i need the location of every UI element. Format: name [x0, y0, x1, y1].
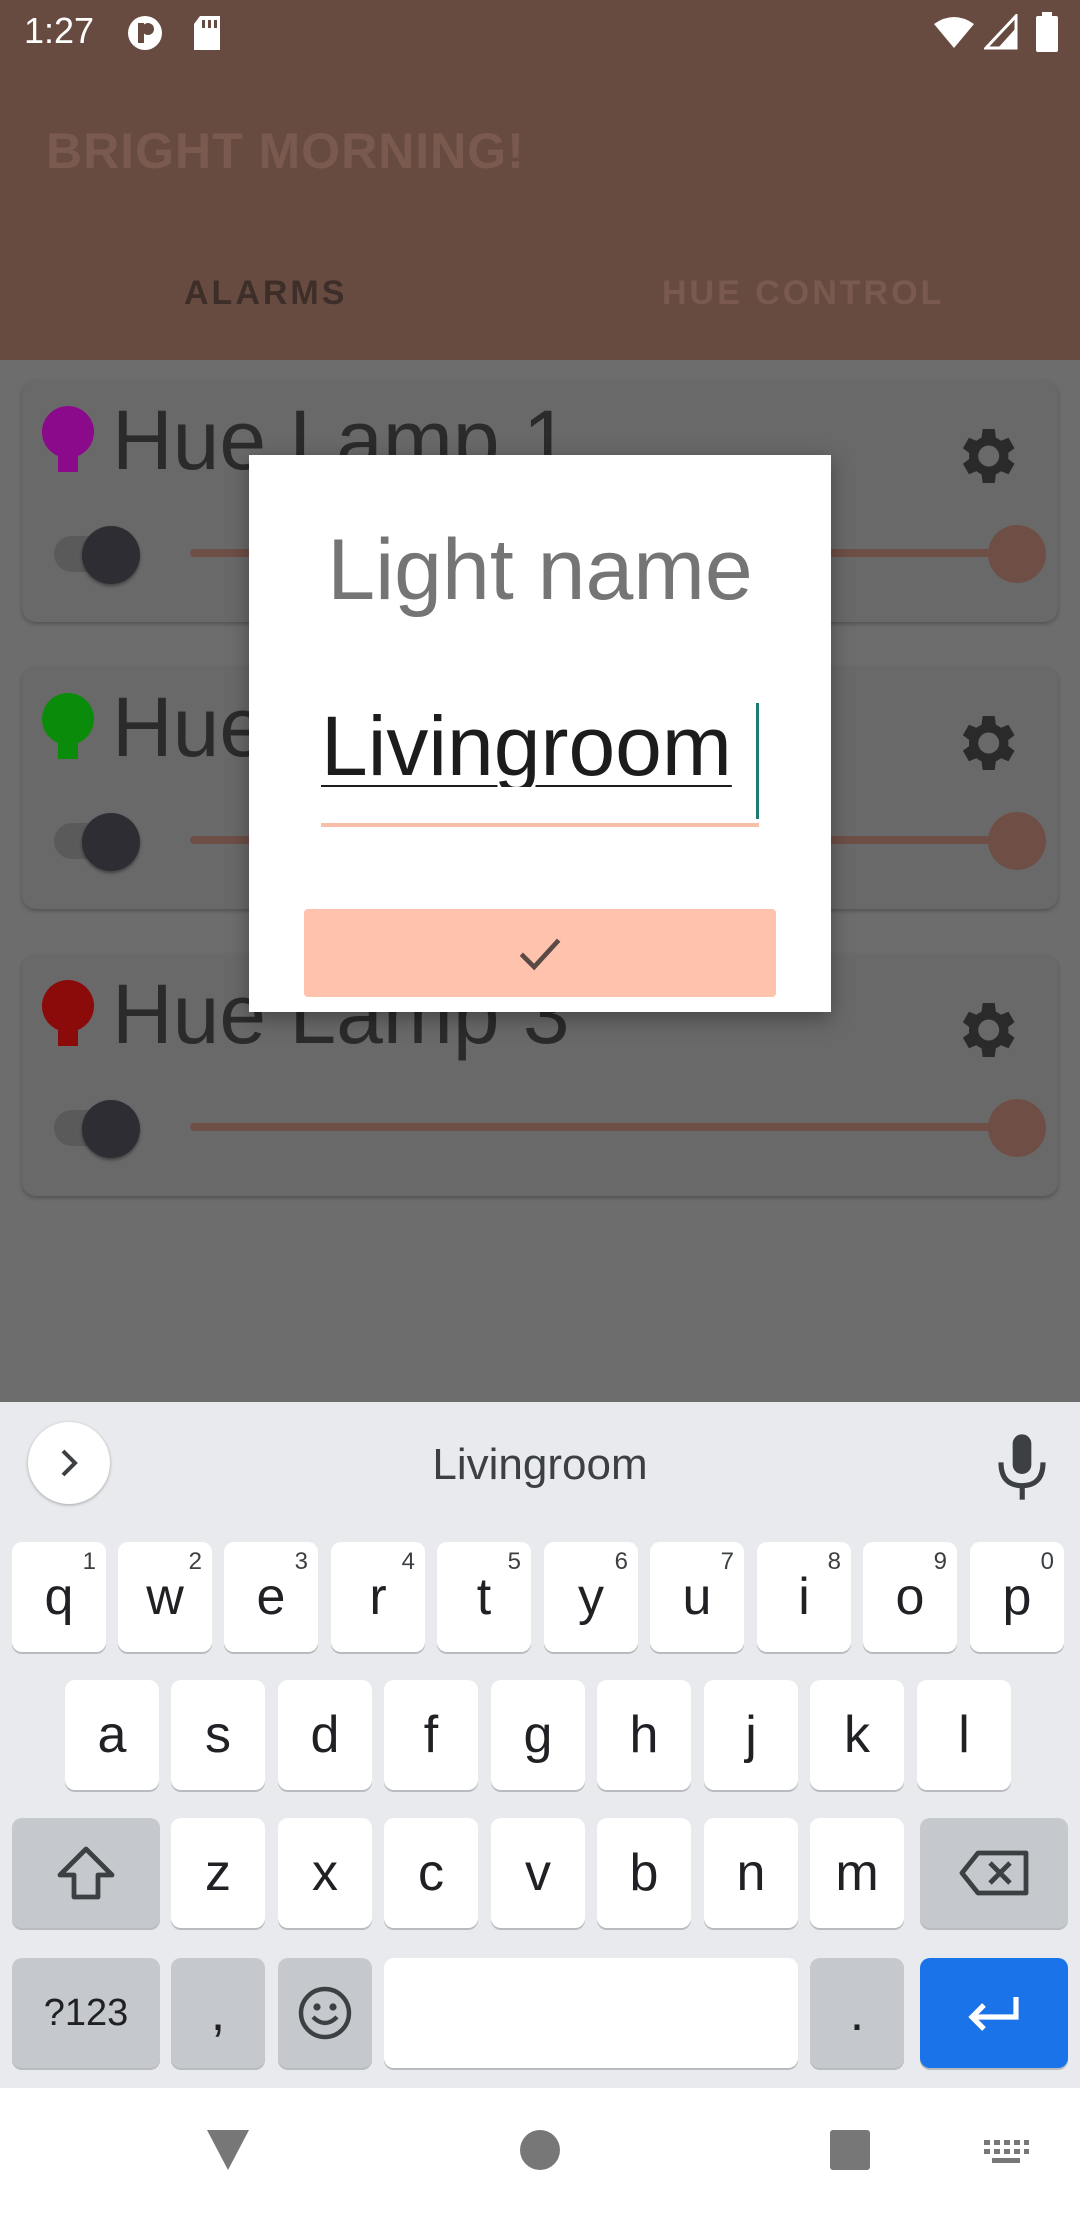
check-icon [519, 938, 561, 971]
brightness-slider-thumb[interactable] [988, 525, 1046, 583]
light-name-input[interactable] [321, 705, 759, 787]
key-y[interactable]: y6 [544, 1542, 638, 1652]
tab-alarms[interactable]: ALARMS [184, 274, 347, 313]
app-title: BRIGHT MORNING! [46, 123, 525, 179]
backspace-key[interactable] [920, 1818, 1068, 1928]
rename-dialog: Light name [249, 455, 831, 1012]
enter-key[interactable] [920, 1958, 1068, 2068]
brightness-slider[interactable] [190, 1123, 1030, 1131]
key-b[interactable]: b [597, 1818, 691, 1928]
bulb-icon [42, 693, 94, 759]
keyboard: Livingroom q1 w2 e3 r4 t5 y6 u7 i8 o9 p0… [0, 1402, 1080, 2088]
key-c[interactable]: c [384, 1818, 478, 1928]
key-g[interactable]: g [491, 1680, 585, 1790]
lamp-toggle[interactable] [82, 526, 140, 584]
key-w[interactable]: w2 [118, 1542, 212, 1652]
key-n[interactable]: n [704, 1818, 798, 1928]
emoji-key[interactable] [278, 1958, 372, 2068]
shift-key[interactable] [12, 1818, 160, 1928]
gear-icon[interactable] [950, 420, 1022, 492]
brightness-slider-thumb[interactable] [988, 1099, 1046, 1157]
battery-icon [1036, 12, 1058, 52]
bulb-icon [42, 980, 94, 1046]
emoji-icon [298, 1986, 352, 2040]
input-underline [321, 823, 759, 827]
lamp-toggle[interactable] [82, 1100, 140, 1158]
period-key[interactable]: . [810, 1958, 904, 2068]
microphone-icon[interactable] [994, 1432, 1050, 1502]
text-cursor [756, 703, 759, 819]
key-u[interactable]: u7 [650, 1542, 744, 1652]
status-time: 1:27 [24, 10, 95, 51]
comma-key[interactable]: , [171, 1958, 265, 2068]
key-h[interactable]: h [597, 1680, 691, 1790]
lamp-toggle[interactable] [82, 813, 140, 871]
symbols-key[interactable]: ?123 [12, 1958, 160, 2068]
key-m[interactable]: m [810, 1818, 904, 1928]
backspace-icon [959, 1850, 1029, 1896]
key-f[interactable]: f [384, 1680, 478, 1790]
key-x[interactable]: x [278, 1818, 372, 1928]
recents-icon[interactable] [828, 2128, 872, 2172]
key-l[interactable]: l [917, 1680, 1011, 1790]
key-r[interactable]: r4 [331, 1542, 425, 1652]
enter-icon [968, 1997, 1019, 2031]
key-p[interactable]: p0 [970, 1542, 1064, 1652]
brightness-slider-thumb[interactable] [988, 812, 1046, 870]
confirm-button[interactable] [304, 909, 776, 997]
app-bar: BRIGHT MORNING! ALARMS HUE CONTROL [0, 66, 1080, 360]
signal-icon [984, 14, 1018, 50]
gear-icon[interactable] [950, 994, 1022, 1066]
home-icon[interactable] [518, 2128, 562, 2172]
space-key[interactable] [384, 1958, 798, 2068]
key-e[interactable]: e3 [224, 1542, 318, 1652]
tab-hue-control[interactable]: HUE CONTROL [662, 274, 944, 313]
shift-icon [57, 1846, 115, 1900]
suggestion-word[interactable]: Livingroom [0, 1440, 1080, 1490]
key-d[interactable]: d [278, 1680, 372, 1790]
suggestion-bar: Livingroom [0, 1402, 1080, 1530]
key-z[interactable]: z [171, 1818, 265, 1928]
dialog-title: Light name [327, 522, 753, 618]
status-bar: 1:27 [0, 0, 1080, 66]
key-v[interactable]: v [491, 1818, 585, 1928]
key-a[interactable]: a [65, 1680, 159, 1790]
notification-icon [128, 16, 162, 50]
navigation-bar [0, 2088, 1080, 2220]
wifi-icon [934, 17, 974, 48]
key-q[interactable]: q1 [12, 1542, 106, 1652]
key-k[interactable]: k [810, 1680, 904, 1790]
key-s[interactable]: s [171, 1680, 265, 1790]
key-t[interactable]: t5 [437, 1542, 531, 1652]
gear-icon[interactable] [950, 707, 1022, 779]
back-icon[interactable] [205, 2128, 251, 2172]
bulb-icon [42, 406, 94, 472]
key-o[interactable]: o9 [863, 1542, 957, 1652]
keyboard-switch-icon[interactable] [982, 2138, 1030, 2166]
sd-card-icon [194, 16, 220, 50]
key-j[interactable]: j [704, 1680, 798, 1790]
key-i[interactable]: i8 [757, 1542, 851, 1652]
